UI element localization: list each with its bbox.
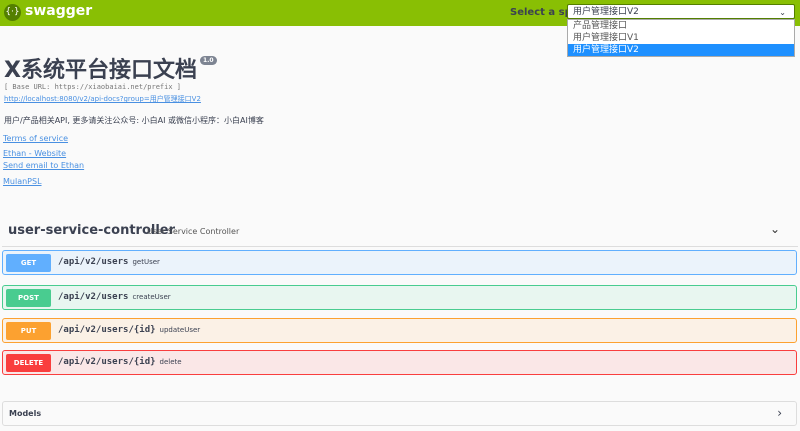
operation-post[interactable]: POST/api/v2/users createUser xyxy=(2,285,797,310)
operation-put[interactable]: PUT/api/v2/users/{id} updateUser xyxy=(2,318,797,343)
spec-option[interactable]: 产品管理接口 xyxy=(568,20,794,32)
models-label: Models xyxy=(9,409,42,418)
spec-url-link[interactable]: http://localhost:8080/v2/api-docs?group=… xyxy=(4,94,201,104)
operation-get[interactable]: GET/api/v2/users getUser xyxy=(2,250,797,275)
terms-link[interactable]: Terms of service xyxy=(3,134,68,143)
operation-summary: createUser xyxy=(132,293,171,301)
spec-select[interactable]: 用户管理接口V2 ⌄ xyxy=(567,4,795,19)
operation-delete[interactable]: DELETE/api/v2/users/{id} delete xyxy=(2,350,797,375)
operation-summary: delete xyxy=(159,358,182,366)
method-badge: GET xyxy=(6,254,51,272)
operation-path: /api/v2/users/{id} updateUser xyxy=(58,325,200,335)
chevron-down-icon[interactable]: ⌄ xyxy=(770,222,780,236)
operation-summary: updateUser xyxy=(159,326,201,334)
selected-spec: 用户管理接口V2 xyxy=(573,7,639,17)
title-text: X系统平台接口文档 xyxy=(4,58,197,83)
method-badge: PUT xyxy=(6,322,51,340)
spec-dropdown: 产品管理接口 用户管理接口V1 用户管理接口V2 xyxy=(567,19,795,57)
email-link[interactable]: Send email to Ethan xyxy=(3,161,84,170)
operation-path: /api/v2/users/{id} delete xyxy=(58,357,182,367)
description: 用户/产品相关API, 更多请关注公众号: 小白AI 或微信小程序：小白AI博客 xyxy=(4,116,264,125)
operation-path: /api/v2/users createUser xyxy=(58,292,171,302)
version-badge: 1.0 xyxy=(199,56,217,65)
path-text: /api/v2/users xyxy=(58,257,129,267)
license-link[interactable]: MulanPSL xyxy=(3,177,42,186)
chevron-right-icon: › xyxy=(777,406,782,420)
brand: swagger xyxy=(25,3,93,19)
path-text: /api/v2/users/{id} xyxy=(58,357,156,367)
page-title: X系统平台接口文档 1.0 xyxy=(4,52,217,84)
method-badge: DELETE xyxy=(6,354,51,372)
models-section[interactable]: Models › xyxy=(2,401,797,426)
divider xyxy=(2,246,798,247)
operation-summary: getUser xyxy=(132,258,160,266)
base-url: [ Base URL: https://xiaobaiai.net/prefix… xyxy=(4,83,182,91)
spec-option[interactable]: 用户管理接口V1 xyxy=(568,32,794,44)
website-link[interactable]: Ethan - Website xyxy=(3,149,66,158)
method-badge: POST xyxy=(6,289,51,307)
chevron-down-icon: ⌄ xyxy=(779,8,786,17)
path-text: /api/v2/users xyxy=(58,292,129,302)
operation-path: /api/v2/users getUser xyxy=(58,257,160,267)
spec-option[interactable]: 用户管理接口V2 xyxy=(568,44,794,56)
swagger-logo-icon: {·} xyxy=(4,4,21,21)
path-text: /api/v2/users/{id} xyxy=(58,325,156,335)
controller-description: User Service Controller xyxy=(147,227,240,236)
